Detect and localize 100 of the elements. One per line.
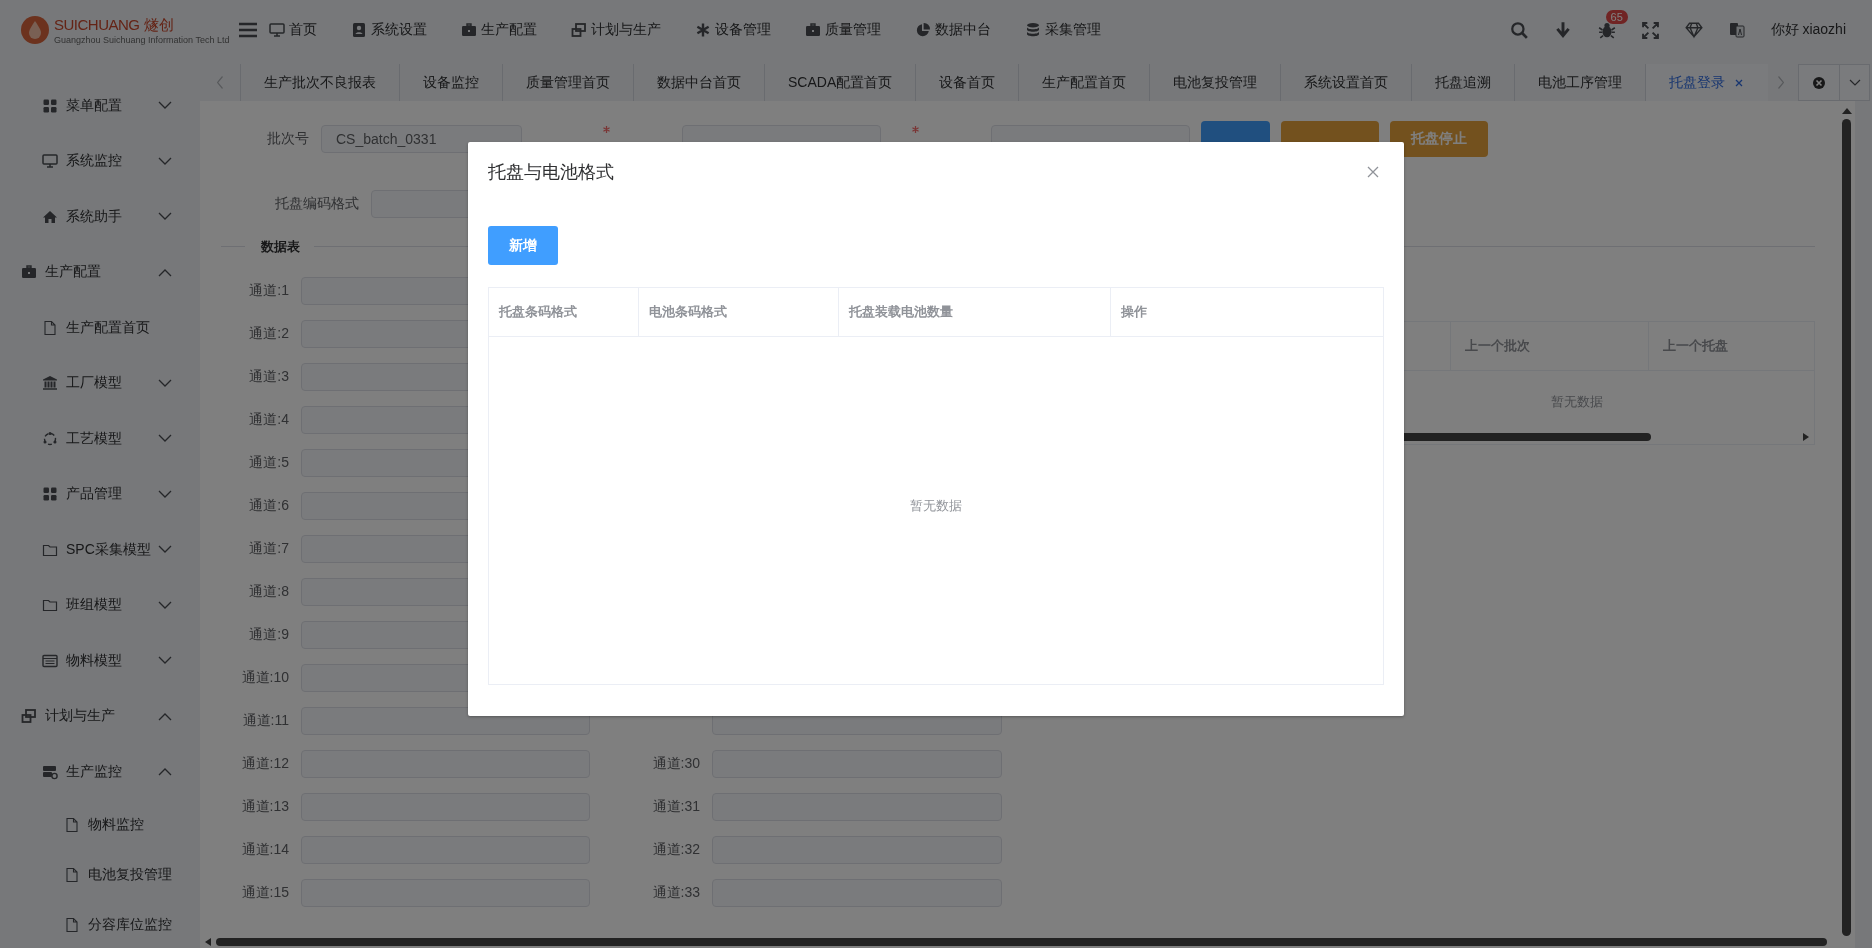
sidebar-item[interactable]: 系统监控 xyxy=(0,133,200,189)
close-button[interactable] xyxy=(1365,164,1381,180)
monitor-icon xyxy=(42,153,58,170)
channel-label: 通道:32 xyxy=(651,840,700,859)
menu-icon[interactable] xyxy=(239,22,258,38)
channel-label: 通道:6 xyxy=(248,496,289,515)
database-icon xyxy=(1025,22,1042,38)
channel-label: 通道:31 xyxy=(651,797,700,816)
sidebar-item[interactable]: 分容库位监控 xyxy=(0,899,200,948)
empty-text: 暂无数据 xyxy=(910,496,962,515)
nav-item[interactable]: 生产配置 xyxy=(461,21,538,39)
nav-item[interactable]: 设备管理 xyxy=(695,21,772,39)
sidebar-item[interactable]: 电池复投管理 xyxy=(0,849,200,900)
channel-label: 通道:11 xyxy=(241,711,289,730)
nav-item[interactable]: 质量管理 xyxy=(805,21,882,39)
home-icon xyxy=(42,208,58,225)
nav-item[interactable]: 计划与生产 xyxy=(571,21,662,39)
windows-icon xyxy=(571,22,588,38)
channel-label: 通道:33 xyxy=(651,883,700,902)
file-icon xyxy=(64,916,80,933)
search-icon xyxy=(1509,21,1528,39)
windows-icon xyxy=(21,708,37,725)
scroll-up-icon xyxy=(1841,107,1852,115)
channel-label: 通道:7 xyxy=(248,539,289,558)
chevron-right-icon xyxy=(1778,76,1785,89)
sidebar-item[interactable]: 物料模型 xyxy=(0,633,200,689)
nav-item[interactable]: 数据中台 xyxy=(915,21,992,39)
contact-card-icon xyxy=(351,22,368,38)
nav-item[interactable]: 采集管理 xyxy=(1025,21,1102,39)
channel-label: 通道:3 xyxy=(248,367,289,386)
grid-icon xyxy=(42,486,58,503)
channel-label: 通道:4 xyxy=(248,410,289,429)
close-icon xyxy=(1367,166,1379,178)
nav-item[interactable]: 首页 xyxy=(269,21,318,39)
nav-item[interactable]: 系统设置 xyxy=(351,21,428,39)
scrollbar-thumb[interactable] xyxy=(1842,119,1851,936)
column-header: 操作 xyxy=(1120,303,1148,321)
user-greeting[interactable]: 你好 xiaozhi xyxy=(1770,21,1846,39)
logo-icon xyxy=(20,15,50,45)
sidebar-item[interactable]: 菜单配置 xyxy=(0,78,200,134)
sidebar-item[interactable]: 计划与生产 xyxy=(0,688,200,744)
field-label: 批次号 xyxy=(267,130,309,148)
chevron-left-icon xyxy=(217,76,223,89)
channel-label: 通道:5 xyxy=(248,453,289,472)
channel-label: 通道:14 xyxy=(240,840,289,859)
scrollbar-thumb[interactable] xyxy=(216,938,1827,946)
monitor-icon xyxy=(269,22,286,38)
diamond-icon xyxy=(1684,21,1703,39)
sidebar-item[interactable]: 系统助手 xyxy=(0,189,200,245)
logo-subtitle: Guangzhou Suichuang Information Tech Ltd xyxy=(54,34,230,45)
file-icon xyxy=(64,816,80,833)
sidebar-item[interactable]: 班组模型 xyxy=(0,577,200,633)
list-icon xyxy=(42,652,58,669)
channel-label: 通道:10 xyxy=(240,668,289,687)
asterisk-icon xyxy=(695,22,712,38)
file-icon xyxy=(42,319,58,336)
channel-label: 通道:1 xyxy=(248,281,289,300)
briefcase-icon xyxy=(21,264,37,281)
channel-label: 通道:15 xyxy=(240,883,289,902)
channel-label: 通道:12 xyxy=(240,754,289,773)
file-icon xyxy=(64,866,80,883)
pie-chart-icon xyxy=(915,22,932,38)
fullscreen-icon xyxy=(1641,21,1659,39)
channel-label: 通道:2 xyxy=(248,324,289,343)
channel-label: 通道:13 xyxy=(240,797,289,816)
sidebar-item[interactable]: 工艺模型 xyxy=(0,411,200,467)
column-header: 托盘条码格式 xyxy=(489,288,639,336)
cycle-icon xyxy=(42,430,58,447)
sidebar-item[interactable]: SPC采集模型 xyxy=(0,522,200,578)
field-label: 托盘编码格式 xyxy=(275,195,359,213)
scroll-left-icon xyxy=(204,938,212,946)
channel-label: 通道:8 xyxy=(248,582,289,601)
dialog-title: 托盘与电池格式 xyxy=(488,161,614,184)
bug-icon xyxy=(1597,21,1616,39)
column-header: 托盘装载电池数量 xyxy=(839,288,1111,336)
logo-text: 燧创 xyxy=(143,15,174,35)
section-title: 数据表 xyxy=(260,237,301,256)
sidebar-item[interactable]: 物料监控 xyxy=(0,799,200,850)
scroll-right-icon xyxy=(1802,433,1810,441)
caret-icon xyxy=(1848,79,1861,86)
add-button[interactable]: 新增 xyxy=(488,226,558,265)
sidebar-item[interactable]: 工厂模型 xyxy=(0,355,200,411)
sidebar-item[interactable]: 生产配置 xyxy=(0,244,200,300)
briefcase-icon xyxy=(805,22,822,38)
grid-icon xyxy=(42,97,58,114)
folder-icon xyxy=(42,597,58,614)
logo-text: SUICHUANG xyxy=(54,15,140,33)
close-circle-icon xyxy=(1812,75,1827,90)
column-header: 电池条码格式 xyxy=(639,288,839,336)
channel-label: 通道:30 xyxy=(651,754,700,773)
bank-icon xyxy=(42,375,58,392)
sidebar-item[interactable]: 产品管理 xyxy=(0,466,200,522)
server-icon xyxy=(42,763,58,780)
sidebar-item[interactable]: 生产配置首页 xyxy=(0,300,200,356)
translate-icon xyxy=(1728,22,1745,38)
briefcase-icon xyxy=(461,22,478,38)
channel-label: 通道:9 xyxy=(248,625,289,644)
batch-field[interactable]: CS_batch_0331 xyxy=(321,125,522,153)
notification-badge: 65 xyxy=(1605,10,1628,24)
sidebar-item[interactable]: 生产监控 xyxy=(0,744,200,800)
